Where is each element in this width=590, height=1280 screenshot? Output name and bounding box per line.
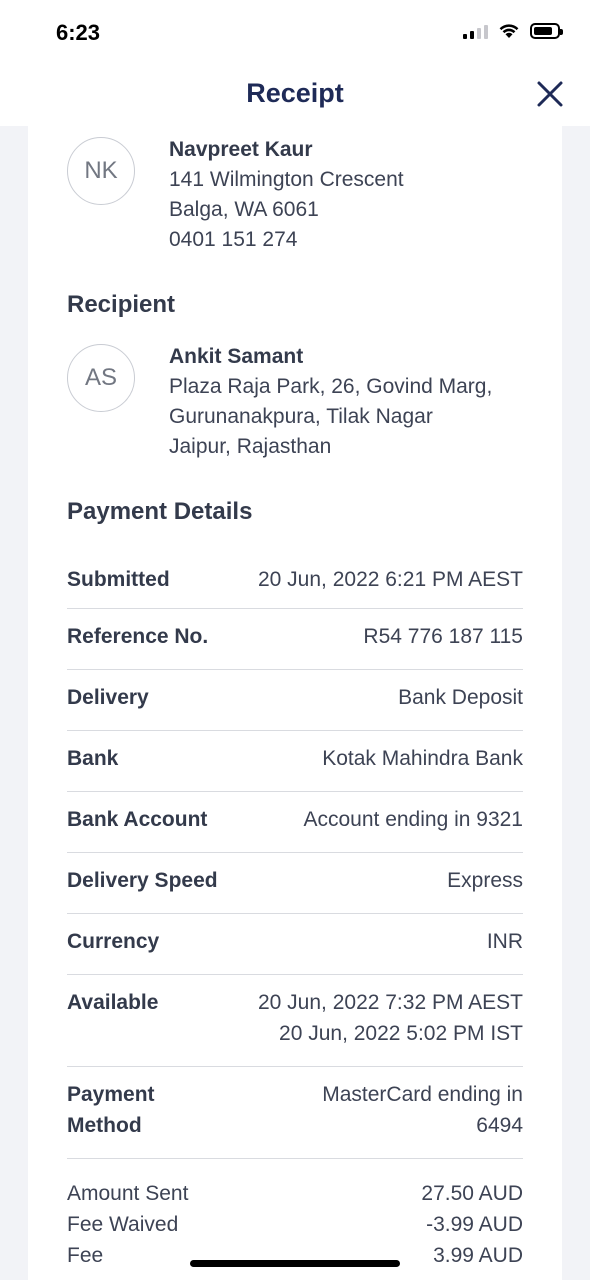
amount-row-fee-waived: Fee Waived -3.99 AUD	[67, 1209, 523, 1240]
detail-label: Payment Method	[67, 1079, 155, 1141]
home-indicator[interactable]	[190, 1260, 400, 1267]
available-time-aest: 20 Jun, 2022 7:32 PM AEST	[257, 991, 523, 1014]
value-line: 6494	[476, 1114, 523, 1137]
label-line: Method	[67, 1114, 142, 1137]
recipient-avatar: AS	[67, 344, 135, 412]
detail-row-currency: Currency INR	[67, 914, 523, 975]
recipient-name: Ankit Samant	[169, 345, 304, 368]
status-icons	[463, 22, 563, 39]
amount-label: Fee	[67, 1244, 104, 1267]
detail-row-bank-account: Bank Account Account ending in 9321	[67, 792, 523, 853]
sender-address-line2: Balga, WA 6061	[169, 198, 319, 221]
payment-details-title: Payment Details	[67, 498, 253, 525]
amount-value: -3.99 AUD	[426, 1213, 523, 1236]
recipient-section-title: Recipient	[67, 291, 176, 318]
detail-label: Delivery	[67, 686, 149, 709]
sender-avatar: NK	[67, 137, 135, 205]
cellular-signal-icon	[463, 23, 488, 39]
detail-value: Express	[447, 869, 523, 892]
detail-label: Reference No.	[67, 625, 209, 648]
sender-phone: 0401 151 274	[169, 228, 298, 251]
detail-label: Submitted	[67, 568, 170, 591]
detail-row-delivery: Delivery Bank Deposit	[67, 670, 523, 731]
detail-value: R54 776 187 115	[363, 625, 523, 648]
label-line: Payment	[67, 1083, 155, 1106]
detail-value: Bank Deposit	[398, 686, 523, 709]
amount-value: 3.99 AUD	[433, 1244, 523, 1267]
amount-label: Fee Waived	[67, 1213, 179, 1236]
amount-summary: Amount Sent 27.50 AUD Fee Waived -3.99 A…	[67, 1178, 523, 1271]
nav-bar: Receipt	[0, 64, 590, 126]
detail-value: Account ending in 9321	[303, 808, 523, 831]
detail-label: Available	[67, 991, 159, 1014]
amount-row-sent: Amount Sent 27.50 AUD	[67, 1178, 523, 1209]
detail-row-available: Available 20 Jun, 2022 7:32 PM AEST 20 J…	[67, 975, 523, 1067]
detail-value: 20 Jun, 2022 7:32 PM AEST 20 Jun, 2022 5…	[258, 987, 523, 1049]
detail-row-bank: Bank Kotak Mahindra Bank	[67, 731, 523, 792]
page-title: Receipt	[246, 78, 344, 108]
detail-row-payment-method: Payment Method MasterCard ending in 6494	[67, 1067, 523, 1159]
amount-label: Amount Sent	[67, 1182, 189, 1205]
available-time-ist: 20 Jun, 2022 5:02 PM IST	[279, 1022, 523, 1045]
detail-label: Delivery Speed	[67, 869, 218, 892]
detail-label: Bank	[67, 747, 119, 770]
close-icon	[537, 81, 563, 107]
detail-row-reference: Reference No. R54 776 187 115	[67, 609, 523, 670]
close-button[interactable]	[536, 80, 564, 108]
status-bar: 6:23	[0, 0, 590, 64]
detail-row-submitted: Submitted 20 Jun, 2022 6:21 PM AEST	[67, 554, 523, 609]
detail-label: Bank Account	[67, 808, 208, 831]
detail-value: MasterCard ending in 6494	[322, 1079, 523, 1141]
wifi-icon	[499, 24, 519, 38]
recipient-address-line2: Gurunanakpura, Tilak Nagar	[169, 405, 433, 428]
amount-value: 27.50 AUD	[421, 1182, 523, 1205]
battery-icon	[530, 22, 563, 39]
sender-name: Navpreet Kaur	[169, 138, 313, 161]
detail-label: Currency	[67, 930, 160, 953]
receipt-card: NK Navpreet Kaur 141 Wilmington Crescent…	[28, 126, 562, 1280]
recipient-address-line3: Jaipur, Rajasthan	[169, 435, 332, 458]
sender-address-line1: 141 Wilmington Crescent	[169, 168, 404, 191]
detail-value: 20 Jun, 2022 6:21 PM AEST	[257, 568, 523, 591]
detail-row-delivery-speed: Delivery Speed Express	[67, 853, 523, 914]
value-line: MasterCard ending in	[322, 1083, 523, 1106]
detail-value: INR	[486, 930, 523, 953]
detail-value: Kotak Mahindra Bank	[322, 747, 523, 770]
recipient-address-line1: Plaza Raja Park, 26, Govind Marg,	[169, 375, 493, 398]
status-time: 6:23	[56, 20, 101, 45]
payment-details-list: Submitted 20 Jun, 2022 6:21 PM AEST Refe…	[67, 554, 523, 1159]
